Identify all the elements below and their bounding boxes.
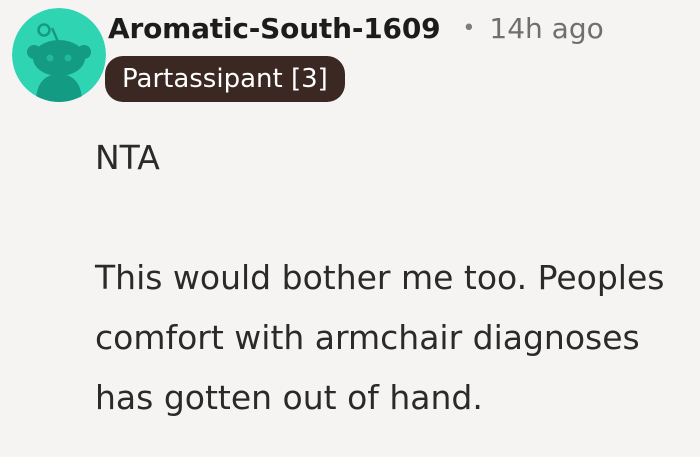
comment-paragraph: NTA — [95, 138, 160, 177]
comment-timestamp[interactable]: 14h ago — [489, 12, 603, 45]
comment: Aromatic-South-1609 • 14h ago Partassipa… — [0, 0, 700, 457]
author-username[interactable]: Aromatic-South-1609 — [108, 12, 441, 45]
snoo-avatar-icon — [12, 8, 106, 102]
meta-separator: • — [462, 15, 476, 41]
user-flair-badge: Partassipant [3] — [105, 56, 345, 102]
avatar[interactable] — [12, 8, 106, 102]
comment-body: NTA This would bother me too. Peoples co… — [95, 128, 685, 428]
comment-paragraph: This would bother me too. Peoples comfor… — [95, 258, 665, 417]
comment-meta: Aromatic-South-1609 • 14h ago — [108, 8, 604, 48]
